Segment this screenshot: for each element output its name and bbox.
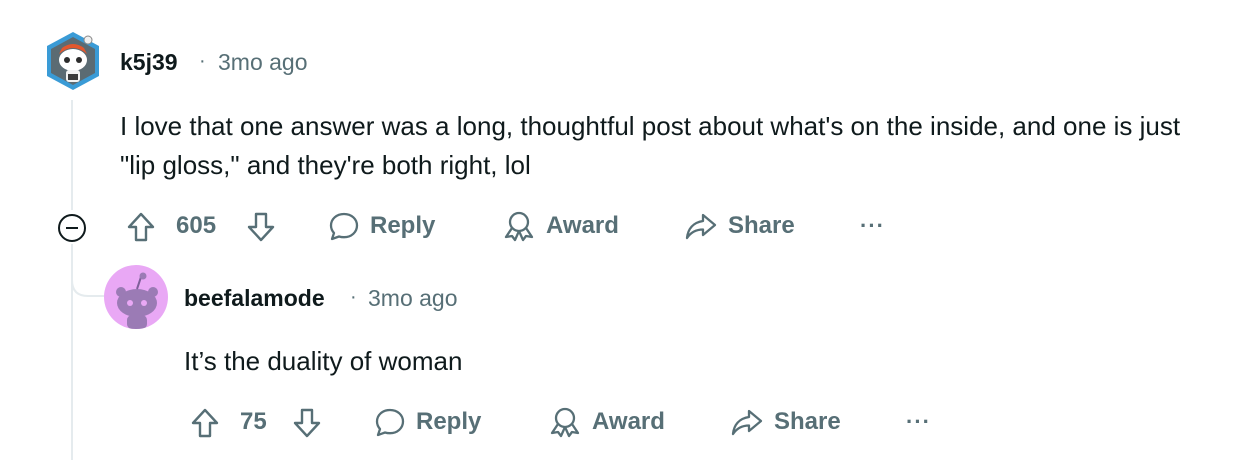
- downvote-button[interactable]: [290, 405, 324, 441]
- share-arrow-icon: [685, 213, 717, 240]
- avatar[interactable]: [104, 265, 168, 329]
- reply-label: Reply: [416, 408, 482, 435]
- snoo-avatar-icon: [116, 272, 158, 329]
- share-label: Share: [728, 212, 795, 239]
- award-button[interactable]: Award: [548, 406, 665, 438]
- arrow-up-icon: [127, 212, 155, 242]
- share-button[interactable]: Share: [684, 210, 795, 242]
- arrow-up-icon: [191, 408, 219, 438]
- arrow-down-icon: [293, 408, 321, 438]
- award-ribbon-icon: [550, 407, 580, 438]
- award-button[interactable]: Award: [502, 210, 619, 242]
- comment-body: I love that one answer was a long, thoug…: [120, 111, 1181, 180]
- award-ribbon-icon: [504, 211, 534, 242]
- more-options-button[interactable]: ···: [860, 213, 885, 239]
- avatar[interactable]: [44, 30, 102, 92]
- reply-button[interactable]: Reply: [374, 406, 481, 438]
- downvote-button[interactable]: [244, 209, 278, 245]
- speech-bubble-icon: [375, 408, 405, 437]
- username[interactable]: beefalamode: [184, 285, 325, 312]
- vote-count: 75: [240, 408, 267, 435]
- timestamp[interactable]: 3mo ago: [368, 285, 458, 312]
- minus-circle-icon: [58, 214, 86, 242]
- meta-separator: ·: [199, 50, 206, 72]
- upvote-button[interactable]: [188, 405, 222, 441]
- meta-separator: ·: [350, 286, 357, 308]
- award-label: Award: [546, 212, 619, 239]
- share-arrow-icon: [731, 409, 763, 436]
- reply-button[interactable]: Reply: [328, 210, 435, 242]
- share-button[interactable]: Share: [730, 406, 841, 438]
- more-options-button[interactable]: ···: [906, 409, 931, 435]
- username[interactable]: k5j39: [120, 49, 178, 76]
- thread-line-main: [71, 100, 73, 210]
- award-label: Award: [592, 408, 665, 435]
- vote-count: 605: [176, 212, 217, 239]
- comment-body: It’s the duality of woman: [184, 346, 463, 376]
- arrow-down-icon: [247, 212, 275, 242]
- collapse-button[interactable]: [56, 212, 88, 244]
- share-label: Share: [774, 408, 841, 435]
- reply-label: Reply: [370, 212, 436, 239]
- timestamp[interactable]: 3mo ago: [218, 49, 308, 76]
- snoo-avatar-icon: [47, 32, 99, 90]
- upvote-button[interactable]: [124, 209, 158, 245]
- speech-bubble-icon: [329, 212, 359, 241]
